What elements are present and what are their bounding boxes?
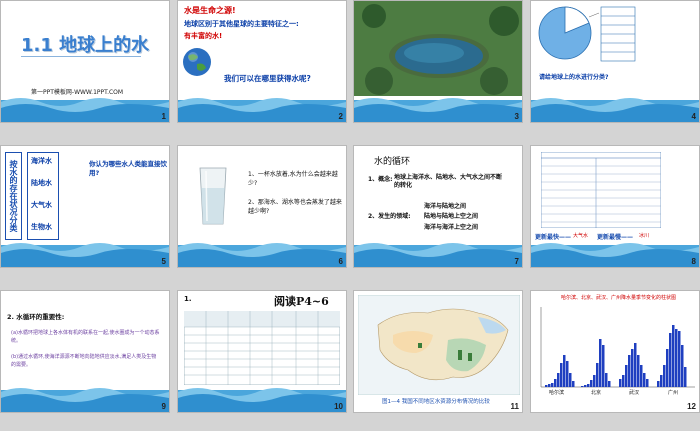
water-pie-chart bbox=[538, 6, 636, 62]
slide-thumbnail-5[interactable]: 按水的存在状况分类 海洋水 陆地水 大气水 生物水 你认为哪些水人类能直接饮用?… bbox=[0, 145, 170, 268]
slide-text: 海洋与陆地之间 bbox=[424, 203, 467, 210]
slide-thumbnail-10[interactable]: 1. 阅读P4~6 10 bbox=[177, 290, 347, 413]
classification-label: 按水的存在状况分类 bbox=[5, 152, 22, 240]
update-cycle-table bbox=[541, 152, 661, 228]
chart-title: 哈尔滨、北京、武汉、广州降水量季节变化的柱状图 bbox=[561, 295, 677, 301]
city-label: 广州 bbox=[668, 390, 679, 396]
slide-title: 阅读P4~6 bbox=[274, 295, 329, 308]
slide-number: 11 bbox=[510, 402, 519, 411]
slide-text: 海洋与海洋上空之间 bbox=[424, 224, 479, 231]
slide-text: 2、那海水、湖水等也会蒸发了越来越少啊? bbox=[248, 199, 342, 215]
precipitation-bar-charts bbox=[535, 303, 697, 399]
slide-text: 1、概念: bbox=[368, 176, 393, 183]
slide-thumbnail-2[interactable]: 水是生命之源! 地球区别于其他星球的主要特征之一: 有丰富的水! 我们可以在哪里… bbox=[177, 0, 347, 123]
slide-number: 2 bbox=[338, 112, 343, 121]
wave-decoration bbox=[354, 98, 522, 122]
map-caption: 图1—4 我国不同地区水资源分布情况的比较 bbox=[382, 399, 490, 405]
slide-number: 9 bbox=[161, 402, 166, 411]
slide-question: 我们可以在哪里获得水呢? bbox=[224, 74, 311, 83]
slide-number: 7 bbox=[514, 257, 519, 266]
slide-number: 3 bbox=[514, 112, 519, 121]
slide-text: (b)通过水循环,使海洋源源不断地向陆地供应淡水,满足人类及生物的需要。 bbox=[11, 354, 157, 368]
slide-thumbnail-7[interactable]: 水的循环 1、概念: 地球上海洋水、陆地水、大气水之间不断的转化 海洋与陆地之间… bbox=[353, 145, 523, 268]
city-label: 哈尔滨 bbox=[549, 390, 565, 396]
wave-decoration bbox=[1, 243, 169, 267]
wave-decoration bbox=[178, 243, 346, 267]
slide-question: 你认为哪些水人类能直接饮用? bbox=[89, 160, 167, 177]
slide-number: 8 bbox=[691, 257, 696, 266]
slide-text: 地球区别于其他星球的主要特征之一: bbox=[184, 20, 299, 28]
slide-text: 1、一杯水放着,水为什么会越来越少? bbox=[248, 171, 338, 187]
wave-decoration bbox=[178, 98, 346, 122]
wave-decoration bbox=[531, 243, 699, 267]
slide-number: 10 bbox=[334, 402, 343, 411]
lake-photo bbox=[354, 1, 522, 96]
slide-text: 陆地与陆地上空之间 bbox=[424, 213, 479, 220]
water-type: 大气水 bbox=[31, 201, 52, 209]
slide-thumbnail-6[interactable]: 1、一杯水放着,水为什么会越来越少? 2、那海水、湖水等也会蒸发了越来越少啊? … bbox=[177, 145, 347, 268]
slide-text: 地球上海洋水、陆地水、大气水之间不断的转化 bbox=[394, 174, 503, 189]
slide-number: 4 bbox=[691, 112, 696, 121]
water-type: 陆地水 bbox=[31, 179, 52, 187]
slide-text: 有丰富的水! bbox=[184, 32, 223, 40]
wave-decoration bbox=[1, 388, 169, 412]
slide-thumbnail-4[interactable]: 请给地球上的水进行分类? 4 bbox=[530, 0, 700, 123]
slide-text: 2、发生的领域: bbox=[368, 213, 411, 220]
slide-number: 12 bbox=[687, 402, 696, 411]
wave-decoration bbox=[531, 98, 699, 122]
slide-thumbnail-12[interactable]: 哈尔滨、北京、武汉、广州降水量季节变化的柱状图 哈尔滨 北京 武汉 广州 12 bbox=[530, 290, 700, 413]
slide-text: (a)水循环把地球上各水体有机的联系在一起,使水圈成为一个动态系统。 bbox=[11, 330, 160, 344]
slide-title: 2. 水循环的重要性: bbox=[7, 313, 65, 321]
slide-number: 6 bbox=[338, 257, 343, 266]
water-type: 海洋水 bbox=[31, 157, 52, 165]
title-underline bbox=[21, 56, 141, 57]
slide-title: 水的循环 bbox=[374, 157, 411, 167]
slide-number: 1 bbox=[161, 112, 166, 121]
wave-decoration bbox=[178, 388, 346, 412]
slide-thumbnail-1[interactable]: 1.1 地球上的水 第一PPT模板网-WWW.1PPT.COM 1 bbox=[0, 0, 170, 123]
slide-thumbnail-3[interactable]: 3 bbox=[353, 0, 523, 123]
slide-title: 1.1 地球上的水 bbox=[21, 35, 150, 56]
slide-thumbnail-11[interactable]: 图1—4 我国不同地区水资源分布情况的比较 11 bbox=[353, 290, 523, 413]
water-glass-image bbox=[199, 167, 227, 225]
city-label: 武汉 bbox=[629, 390, 640, 396]
slide-question: 请给地球上的水进行分类? bbox=[539, 74, 609, 81]
china-water-map bbox=[358, 295, 520, 395]
city-label: 北京 bbox=[591, 390, 602, 396]
earth-icon bbox=[183, 48, 211, 76]
slide-thumbnail-8[interactable]: 更新最快—— 大气水 更新最慢—— 冰川 8 bbox=[530, 145, 700, 268]
wave-decoration bbox=[354, 243, 522, 267]
wave-decoration bbox=[1, 98, 169, 122]
water-type: 生物水 bbox=[31, 223, 52, 231]
data-table bbox=[184, 311, 340, 385]
slide-thumbnail-9[interactable]: 2. 水循环的重要性: (a)水循环把地球上各水体有机的联系在一起,使水圈成为一… bbox=[0, 290, 170, 413]
slide-text: 水是生命之源! bbox=[184, 6, 236, 15]
slide-label: 1. bbox=[184, 295, 192, 303]
slide-number: 5 bbox=[161, 257, 166, 266]
slide-sorter-grid: 1.1 地球上的水 第一PPT模板网-WWW.1PPT.COM 1 水是生命之源… bbox=[0, 0, 700, 431]
